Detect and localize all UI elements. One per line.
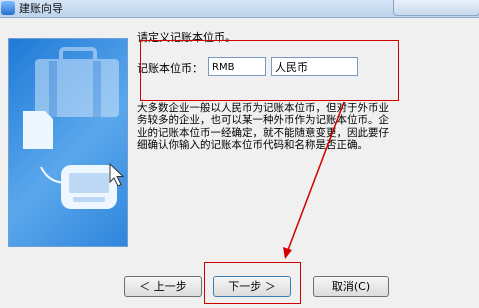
annotation-arrow xyxy=(283,101,345,259)
